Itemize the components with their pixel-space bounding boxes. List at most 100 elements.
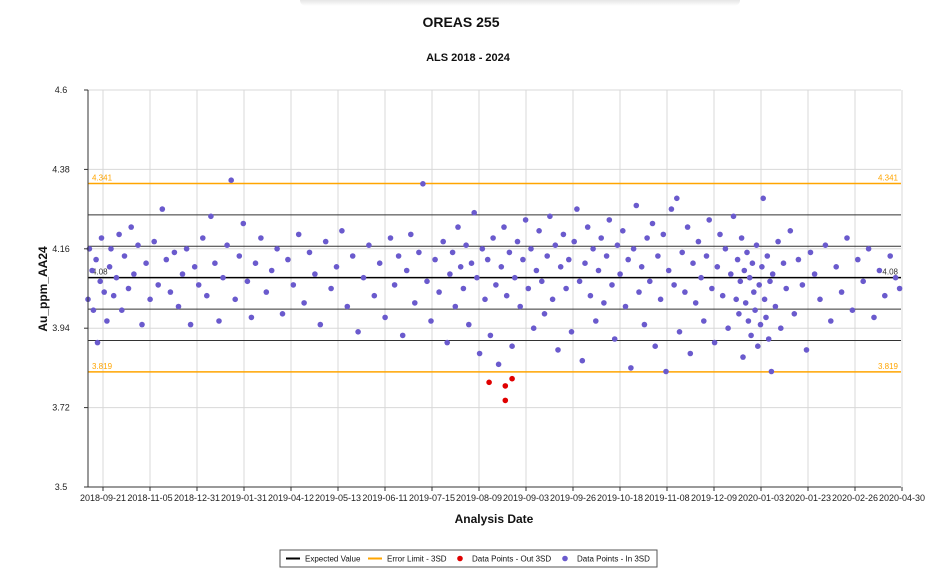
data-point-in-3sd	[887, 253, 893, 259]
data-point-in-3sd	[552, 242, 559, 248]
data-point-in-3sd	[751, 289, 757, 295]
data-point-in-3sd	[285, 256, 291, 263]
data-point-in-3sd	[110, 292, 117, 299]
error-limit-label-left: 4.341	[92, 173, 113, 182]
data-point-in-3sd	[633, 202, 640, 209]
data-point-in-3sd	[258, 235, 264, 241]
data-point-in-3sd	[760, 195, 766, 202]
x-tick-label: 2019-10-18	[597, 493, 643, 503]
data-point-in-3sd	[896, 285, 903, 292]
x-tick-label: 2020-01-03	[738, 493, 784, 503]
data-point-in-3sd	[674, 195, 680, 202]
data-point-in-3sd	[783, 285, 789, 292]
x-tick-label: 2019-04-12	[268, 493, 314, 503]
data-point-in-3sd	[382, 314, 388, 321]
data-point-in-3sd	[279, 311, 286, 317]
data-point-in-3sd	[860, 278, 866, 285]
data-point-out-3sd	[486, 379, 492, 386]
data-point-in-3sd	[452, 303, 459, 310]
data-point-in-3sd	[360, 274, 367, 281]
data-point-in-3sd	[780, 260, 787, 267]
data-point-in-3sd	[274, 246, 280, 252]
data-point-in-3sd	[333, 264, 340, 270]
data-point-in-3sd	[598, 235, 604, 241]
data-point-in-3sd	[128, 224, 134, 230]
data-point-in-3sd	[742, 300, 749, 306]
data-point-in-3sd	[822, 242, 829, 248]
data-point-in-3sd	[490, 235, 496, 241]
data-point-in-3sd	[647, 278, 653, 285]
data-point-in-3sd	[416, 249, 422, 256]
data-point-in-3sd	[855, 256, 861, 263]
data-point-in-3sd	[387, 235, 394, 241]
data-point-in-3sd	[871, 314, 877, 321]
data-point-in-3sd	[593, 318, 599, 324]
data-point-in-3sd	[522, 217, 529, 223]
data-point-in-3sd	[147, 296, 153, 303]
chart-subtitle: ALS 2018 - 2024	[426, 52, 511, 64]
data-point-in-3sd	[94, 339, 101, 346]
data-point-in-3sd	[224, 242, 230, 248]
data-point-in-3sd	[248, 314, 255, 321]
data-point-in-3sd	[614, 242, 621, 248]
y-tick-labels: 3.5 3.72 3.94 4.16 4.38 4.6	[52, 85, 70, 492]
data-point-in-3sd	[155, 282, 161, 288]
data-point-in-3sd	[444, 339, 451, 346]
data-point-in-3sd	[734, 256, 741, 263]
data-point-in-3sd	[668, 206, 675, 212]
data-point-in-3sd	[509, 343, 515, 350]
data-point-in-3sd	[767, 278, 773, 285]
data-point-in-3sd	[740, 354, 746, 360]
data-point-in-3sd	[587, 292, 594, 299]
data-point-in-3sd	[671, 282, 677, 288]
grid	[88, 89, 903, 488]
data-point-in-3sd	[684, 224, 691, 230]
data-point-in-3sd	[730, 213, 737, 220]
data-point-out-3sd	[509, 375, 515, 382]
data-point-in-3sd	[865, 246, 872, 252]
x-tick-label: 2019-05-13	[315, 493, 361, 503]
data-point-in-3sd	[328, 285, 334, 292]
data-point-in-3sd	[744, 249, 750, 256]
axes	[84, 89, 903, 491]
data-point-in-3sd	[706, 217, 712, 223]
data-point-in-3sd	[844, 235, 850, 241]
data-point-in-3sd	[703, 253, 710, 259]
data-point-in-3sd	[90, 307, 97, 314]
data-point-in-3sd	[733, 296, 739, 303]
data-point-in-3sd	[764, 253, 771, 259]
legend-dot-swatch	[457, 555, 463, 562]
data-point-in-3sd	[183, 246, 190, 252]
data-point-in-3sd	[636, 289, 642, 295]
data-point-in-3sd	[98, 235, 105, 241]
data-point-in-3sd	[376, 260, 383, 267]
data-point-in-3sd	[344, 303, 351, 310]
y-tick-label: 4.16	[52, 244, 70, 254]
x-tick-label: 2019-12-09	[691, 493, 737, 503]
data-point-in-3sd	[817, 296, 823, 303]
data-point-in-3sd	[471, 209, 478, 216]
data-point-in-3sd	[582, 260, 588, 267]
data-point-in-3sd	[625, 256, 631, 263]
data-point-in-3sd	[268, 267, 275, 274]
data-point-in-3sd	[711, 339, 718, 346]
data-point-in-3sd	[355, 329, 361, 335]
data-point-in-3sd	[493, 282, 499, 288]
data-point-in-3sd	[557, 264, 564, 270]
error-limit-label-right: 3.819	[878, 362, 899, 371]
data-point-in-3sd	[719, 292, 726, 299]
data-point-in-3sd	[468, 260, 475, 267]
data-point-in-3sd	[366, 242, 372, 248]
data-point-in-3sd	[695, 238, 702, 245]
data-point-in-3sd	[549, 296, 556, 303]
data-point-in-3sd	[479, 246, 486, 252]
data-point-in-3sd	[709, 285, 715, 292]
data-point-in-3sd	[263, 289, 270, 295]
data-point-in-3sd	[655, 253, 661, 259]
data-point-in-3sd	[811, 271, 818, 277]
data-point-in-3sd	[768, 368, 775, 375]
data-point-in-3sd	[179, 271, 186, 277]
data-point-in-3sd	[420, 181, 426, 187]
data-point-in-3sd	[525, 285, 532, 292]
data-point-in-3sd	[108, 246, 114, 252]
